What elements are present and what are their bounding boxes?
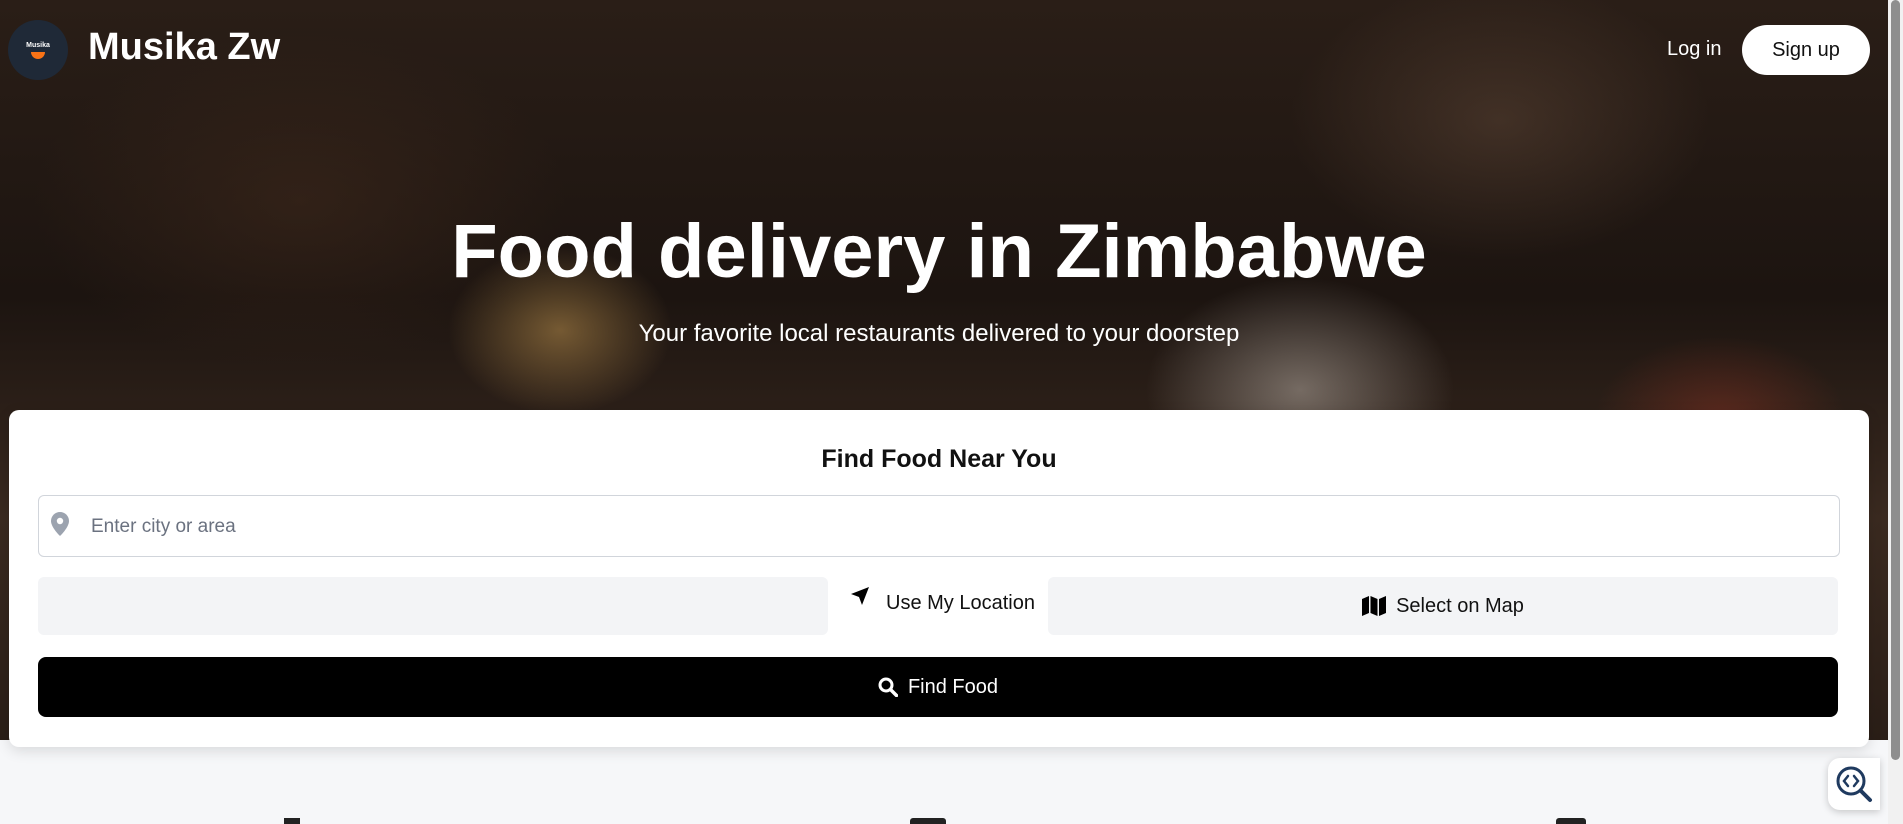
search-card: Find Food Near You Use My Location Selec… (9, 410, 1869, 747)
location-status-field (38, 577, 828, 635)
logo-text: Musika (26, 41, 50, 49)
select-on-map-button[interactable]: Select on Map (1048, 577, 1838, 635)
use-my-location-button[interactable]: Use My Location (842, 575, 1052, 615)
brand-name[interactable]: Musika Zw (88, 26, 280, 69)
find-food-button[interactable]: Find Food (38, 657, 1838, 717)
select-on-map-label: Select on Map (1396, 594, 1524, 617)
feature-icon-peek (1556, 818, 1586, 824)
signup-button[interactable]: Sign up (1742, 25, 1870, 75)
floating-helper-button[interactable] (1828, 758, 1880, 810)
hero-title: Food delivery in Zimbabwe (451, 209, 1427, 294)
feature-icon-peek (910, 818, 946, 824)
navigation-arrow-icon (851, 587, 869, 605)
logo-smile-icon (31, 51, 45, 59)
find-food-label: Find Food (907, 675, 999, 698)
hero-subtitle: Your favorite local restaurants delivere… (638, 320, 1240, 347)
login-link[interactable]: Log in (1667, 38, 1722, 61)
use-my-location-label: Use My Location (886, 592, 1035, 614)
map-icon (1362, 596, 1387, 616)
search-icon (878, 677, 898, 697)
location-input[interactable] (89, 496, 1823, 558)
code-search-icon (1836, 766, 1872, 802)
location-search-box (38, 495, 1840, 558)
logo[interactable]: Musika (8, 20, 68, 80)
map-pin-icon (51, 512, 69, 536)
feature-icon-peek (284, 818, 300, 824)
search-card-title: Find Food Near You (821, 445, 1057, 473)
scrollbar-thumb[interactable] (1891, 0, 1900, 760)
